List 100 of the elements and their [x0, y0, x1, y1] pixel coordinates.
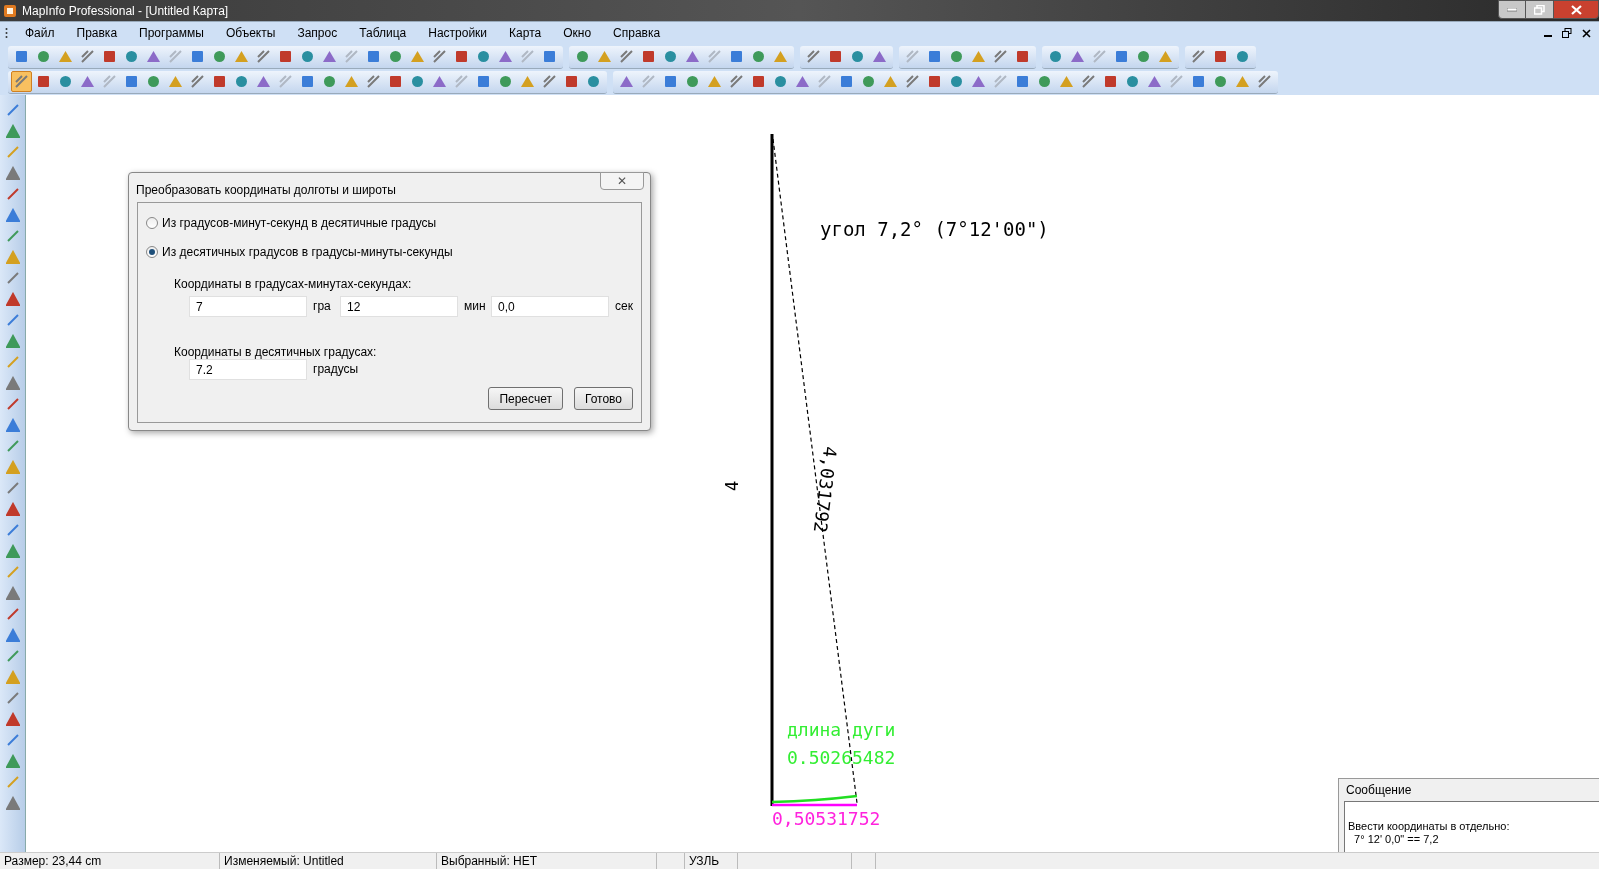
- triangle-icon: [256, 74, 271, 89]
- message-line: Ввести координаты в отдельно:: [1348, 820, 1511, 833]
- toolbar-button[interactable]: [3, 710, 22, 728]
- dialog-button[interactable]: Пересчет: [488, 387, 563, 410]
- circle-icon: [234, 74, 249, 89]
- toolbar-button[interactable]: [3, 290, 22, 308]
- menu-item[interactable]: Файл: [14, 24, 66, 42]
- toolbar-button[interactable]: [3, 500, 22, 518]
- toolbar-button[interactable]: [11, 71, 32, 92]
- status-field: Выбранный: НЕТ: [437, 853, 657, 869]
- line-icon: [993, 74, 1008, 89]
- menu-item[interactable]: Справка: [602, 24, 672, 42]
- dialog-title: Преобразовать координаты долготы и широты: [136, 182, 396, 199]
- arc-length-value: 0.50265482: [787, 746, 896, 770]
- toolbar-button[interactable]: [3, 794, 22, 812]
- toolbar-button[interactable]: [3, 416, 22, 434]
- square-icon: [927, 49, 942, 64]
- toolbar-button[interactable]: [3, 584, 22, 602]
- circle-icon: [1136, 49, 1151, 64]
- triangle-icon: [344, 74, 359, 89]
- triangle-icon: [883, 74, 898, 89]
- radio-button[interactable]: [146, 217, 158, 229]
- toolbar-button[interactable]: [3, 122, 22, 140]
- line-icon: [542, 74, 557, 89]
- circle-icon: [850, 49, 865, 64]
- triangle-icon: [5, 754, 20, 768]
- circle-icon: [586, 74, 601, 89]
- menu-item[interactable]: Настройки: [417, 24, 499, 42]
- triangle-icon: [1147, 74, 1162, 89]
- circle-icon: [685, 74, 700, 89]
- minimize-button[interactable]: [1498, 0, 1526, 19]
- line-icon: [905, 49, 920, 64]
- circle-icon: [773, 74, 788, 89]
- restore-icon: [1534, 4, 1545, 15]
- circle-icon: [575, 49, 590, 64]
- toolbar-button[interactable]: [3, 206, 22, 224]
- circle-icon: [476, 49, 491, 64]
- line-icon: [5, 439, 20, 453]
- triangle-icon: [146, 49, 161, 64]
- toolbar-button[interactable]: [3, 164, 22, 182]
- chord-length-value: 0,50531752: [772, 808, 881, 830]
- dialog-button[interactable]: Готово: [573, 387, 633, 410]
- circle-icon: [124, 49, 139, 64]
- toolbar-button[interactable]: [3, 542, 22, 560]
- app-logo-icon: [3, 3, 17, 18]
- unit-label: мин: [463, 298, 487, 315]
- menu-item[interactable]: Программы: [128, 24, 215, 42]
- line-icon: [80, 49, 95, 64]
- input-field[interactable]: 0,0: [491, 296, 609, 317]
- square-icon: [476, 74, 491, 89]
- triangle-icon: [432, 74, 447, 89]
- input-field[interactable]: 7.2: [189, 359, 307, 380]
- triangle-icon: [410, 49, 425, 64]
- hypotenuse-length-label: 4,031792: [808, 444, 843, 535]
- input-field[interactable]: 7: [189, 296, 307, 317]
- radio-label: Из десятичных градусов в градусы-минуты-секунды: [162, 244, 453, 261]
- square-icon: [36, 74, 51, 89]
- menu-item[interactable]: Правка: [65, 24, 129, 42]
- line-icon: [1081, 74, 1096, 89]
- line-icon: [5, 103, 20, 117]
- input-field[interactable]: 12: [340, 296, 458, 317]
- restore-icon[interactable]: [1562, 28, 1572, 38]
- close-button[interactable]: [1553, 0, 1599, 19]
- menu-item[interactable]: Окно: [552, 24, 603, 42]
- circle-icon: [1048, 49, 1063, 64]
- angle-label: угол 7,2° (7°12'00"): [820, 217, 1049, 242]
- toolbar-button[interactable]: [3, 626, 22, 644]
- square-icon: [300, 74, 315, 89]
- close-icon[interactable]: [1582, 28, 1591, 38]
- toolbar-button[interactable]: [3, 332, 22, 350]
- maximize-button[interactable]: [1526, 0, 1553, 19]
- line-icon: [5, 607, 20, 621]
- circle-icon: [146, 74, 161, 89]
- line-icon: [729, 74, 744, 89]
- square-icon: [1213, 49, 1228, 64]
- menu-item[interactable]: Таблица: [348, 24, 418, 42]
- line-icon: [168, 49, 183, 64]
- toolbar-button[interactable]: [3, 752, 22, 770]
- circle-icon: [1213, 74, 1228, 89]
- triangle-icon: [234, 49, 249, 64]
- radio-button[interactable]: [146, 246, 158, 258]
- square-icon: [663, 74, 678, 89]
- square-icon: [388, 74, 403, 89]
- line-icon: [5, 229, 20, 243]
- menu-item[interactable]: Запрос: [286, 24, 349, 42]
- toolbar-button[interactable]: [3, 374, 22, 392]
- dialog-close-button[interactable]: ✕: [600, 172, 644, 190]
- square-icon: [102, 49, 117, 64]
- status-field: Изменяемый: Untitled: [220, 853, 437, 869]
- line-icon: [5, 565, 20, 579]
- circle-icon: [300, 49, 315, 64]
- menu-item[interactable]: Объекты: [214, 24, 287, 42]
- menu-item[interactable]: Карта: [498, 24, 553, 42]
- circle-icon: [751, 49, 766, 64]
- line-icon: [5, 523, 20, 537]
- triangle-icon: [5, 670, 20, 684]
- decimal-label: Координаты в десятичных градусах:: [174, 344, 377, 361]
- unit-label: сек: [614, 298, 634, 315]
- line-icon: [5, 649, 20, 663]
- circle-icon: [388, 49, 403, 64]
